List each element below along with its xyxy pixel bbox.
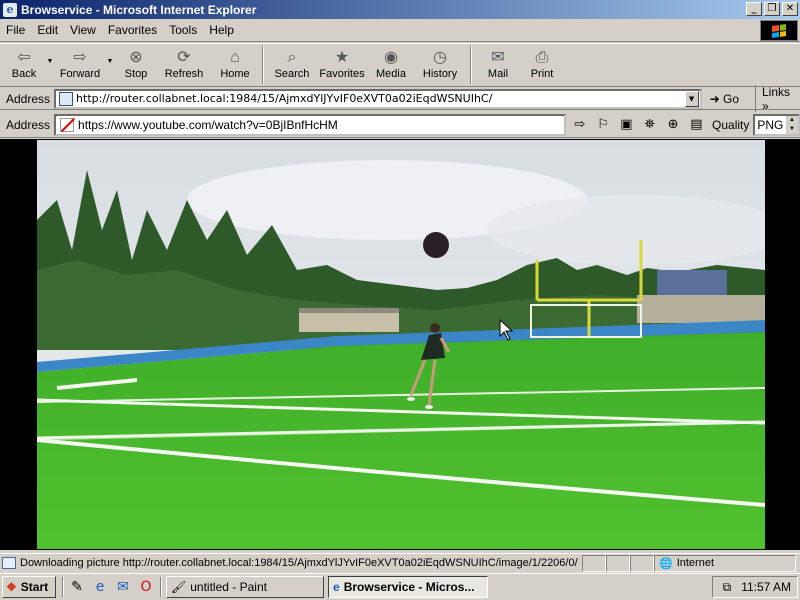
links-button[interactable]: Links » xyxy=(754,84,800,113)
forward-dropdown-button[interactable]: ▼ xyxy=(104,44,116,86)
zone-cell: 🌐 Internet xyxy=(654,554,796,572)
taskbar-item-browservice[interactable]: e Browservice - Micros... xyxy=(328,576,488,598)
close-button[interactable]: ✕ xyxy=(782,2,798,16)
stop-button[interactable]: ⊗ Stop xyxy=(116,44,156,86)
address-field[interactable]: http://router.collabnet.local:1984/15/Aj… xyxy=(54,88,702,109)
menu-view[interactable]: View xyxy=(64,23,102,37)
binoculars-icon[interactable]: ⛯ xyxy=(640,115,659,135)
forward-button[interactable]: ⇨ Forward xyxy=(56,44,104,86)
home-icon: ⌂ xyxy=(230,49,240,66)
print-button[interactable]: ⎙ Print xyxy=(520,44,564,86)
refresh-button[interactable]: ⟳ Refresh xyxy=(156,44,212,86)
outlook-icon[interactable]: ✉ xyxy=(113,577,133,597)
opera-icon[interactable]: O xyxy=(136,577,156,597)
menu-bar: File Edit View Favorites Tools Help xyxy=(0,19,800,42)
page-icon xyxy=(59,91,74,106)
inner-address-url[interactable]: https://www.youtube.com/watch?v=0BjIBnfH… xyxy=(78,118,338,132)
ie-icon: e xyxy=(333,580,340,594)
refresh-icon: ⟳ xyxy=(177,49,191,66)
mail-icon: ✉ xyxy=(491,49,505,66)
inner-address-field[interactable]: https://www.youtube.com/watch?v=0BjIBnfH… xyxy=(54,113,567,136)
media-icon: ◉ xyxy=(384,49,398,66)
menu-file[interactable]: File xyxy=(0,23,31,37)
mail-button[interactable]: ✉ Mail xyxy=(476,44,520,86)
menu-help[interactable]: Help xyxy=(203,23,240,37)
status-cell xyxy=(630,554,654,572)
windows-logo-icon: ❖ xyxy=(6,580,17,594)
stop-icon: ⊗ xyxy=(129,49,143,66)
window-title: Browservice - Microsoft Internet Explore… xyxy=(21,2,257,17)
chevron-right-icon: » xyxy=(761,98,769,113)
back-arrow-icon: ⇦ xyxy=(17,49,31,66)
start-button[interactable]: ❖ Start xyxy=(2,576,56,598)
favorites-icon: ★ xyxy=(334,49,350,66)
inner-address-label: Address xyxy=(6,117,51,132)
taskbar-separator xyxy=(62,577,64,597)
taskbar-separator xyxy=(160,577,162,597)
status-text-cell: Downloading picture http://router.collab… xyxy=(0,555,582,572)
ie-icon: e xyxy=(3,2,17,17)
toolbar-separator xyxy=(262,46,264,84)
quality-select[interactable]: PNG ▲ ▼ xyxy=(753,113,800,136)
search-icon: ⌕ xyxy=(287,49,297,66)
status-progress-cell xyxy=(582,554,606,572)
history-button[interactable]: ◷ History xyxy=(414,44,466,86)
find-icon[interactable]: ▣ xyxy=(617,115,636,135)
search-button[interactable]: ⌕ Search xyxy=(268,44,316,86)
zone-label: Internet xyxy=(676,557,715,569)
title-bar[interactable]: e Browservice - Microsoft Internet Explo… xyxy=(0,0,800,19)
history-icon: ◷ xyxy=(433,49,447,66)
clock[interactable]: 11:57 AM xyxy=(741,580,791,594)
status-text: Downloading picture http://router.collab… xyxy=(20,557,578,569)
forward-arrow-icon: ⇨ xyxy=(73,49,87,66)
browservice-address-bar: Address https://www.youtube.com/watch?v=… xyxy=(0,112,800,138)
go-button[interactable]: ➜ Go xyxy=(710,92,739,106)
insecure-icon xyxy=(60,117,75,132)
menu-edit[interactable]: Edit xyxy=(31,23,64,37)
back-dropdown-button[interactable]: ▼ xyxy=(44,44,56,86)
status-cell xyxy=(606,554,630,572)
address-bar: Address http://router.collabnet.local:19… xyxy=(0,84,800,113)
minimize-button[interactable]: _ xyxy=(746,2,762,16)
windows-logo-icon xyxy=(760,20,798,41)
status-bar: Downloading picture http://router.collab… xyxy=(0,553,800,572)
browser-content[interactable] xyxy=(0,139,800,550)
video-frame[interactable] xyxy=(37,140,765,549)
address-dropdown-button[interactable]: ▼ xyxy=(684,90,699,107)
ie-icon[interactable]: e xyxy=(90,577,110,597)
paint-icon: 🖌 xyxy=(171,580,187,594)
favorites-button[interactable]: ★ Favorites xyxy=(316,44,368,86)
zoom-icon[interactable]: ⊕ xyxy=(663,115,682,135)
back-button[interactable]: ⇦ Back xyxy=(4,44,44,86)
maximize-button[interactable]: ❐ xyxy=(764,2,780,16)
standard-toolbar: ⇦ Back ▼ ⇨ Forward ▼ ⊗ Stop ⟳ Refresh ⌂ … xyxy=(0,43,800,87)
toolbar-separator xyxy=(470,46,472,84)
go-arrow-icon[interactable]: ⇨ xyxy=(570,115,589,135)
go-arrow-icon: ➜ xyxy=(709,91,720,106)
address-url[interactable]: http://router.collabnet.local:1984/15/Aj… xyxy=(76,92,492,105)
menu-favorites[interactable]: Favorites xyxy=(102,23,163,37)
home-button[interactable]: ⌂ Home xyxy=(212,44,258,86)
volume-icon[interactable]: ⧉ xyxy=(723,580,732,595)
system-tray: ⧉ 11:57 AM xyxy=(712,576,798,598)
address-label: Address xyxy=(6,91,51,106)
clipboard-icon[interactable]: ▤ xyxy=(687,115,706,135)
media-button[interactable]: ◉ Media xyxy=(368,44,414,86)
bookmark-icon[interactable]: ⚐ xyxy=(593,115,612,135)
globe-icon: 🌐 xyxy=(659,557,673,570)
page-loading-icon xyxy=(2,557,16,569)
menu-tools[interactable]: Tools xyxy=(163,23,203,37)
print-icon: ⎙ xyxy=(535,49,549,66)
show-desktop-icon[interactable]: ✎ xyxy=(67,577,87,597)
ball xyxy=(423,232,449,258)
taskbar-item-paint[interactable]: 🖌 untitled - Paint xyxy=(166,576,324,598)
taskbar: ❖ Start ✎ e ✉ O 🖌 untitled - Paint e Bro… xyxy=(0,573,800,600)
quality-label: Quality xyxy=(712,117,750,132)
spinner-icon[interactable]: ▲ ▼ xyxy=(785,115,798,134)
